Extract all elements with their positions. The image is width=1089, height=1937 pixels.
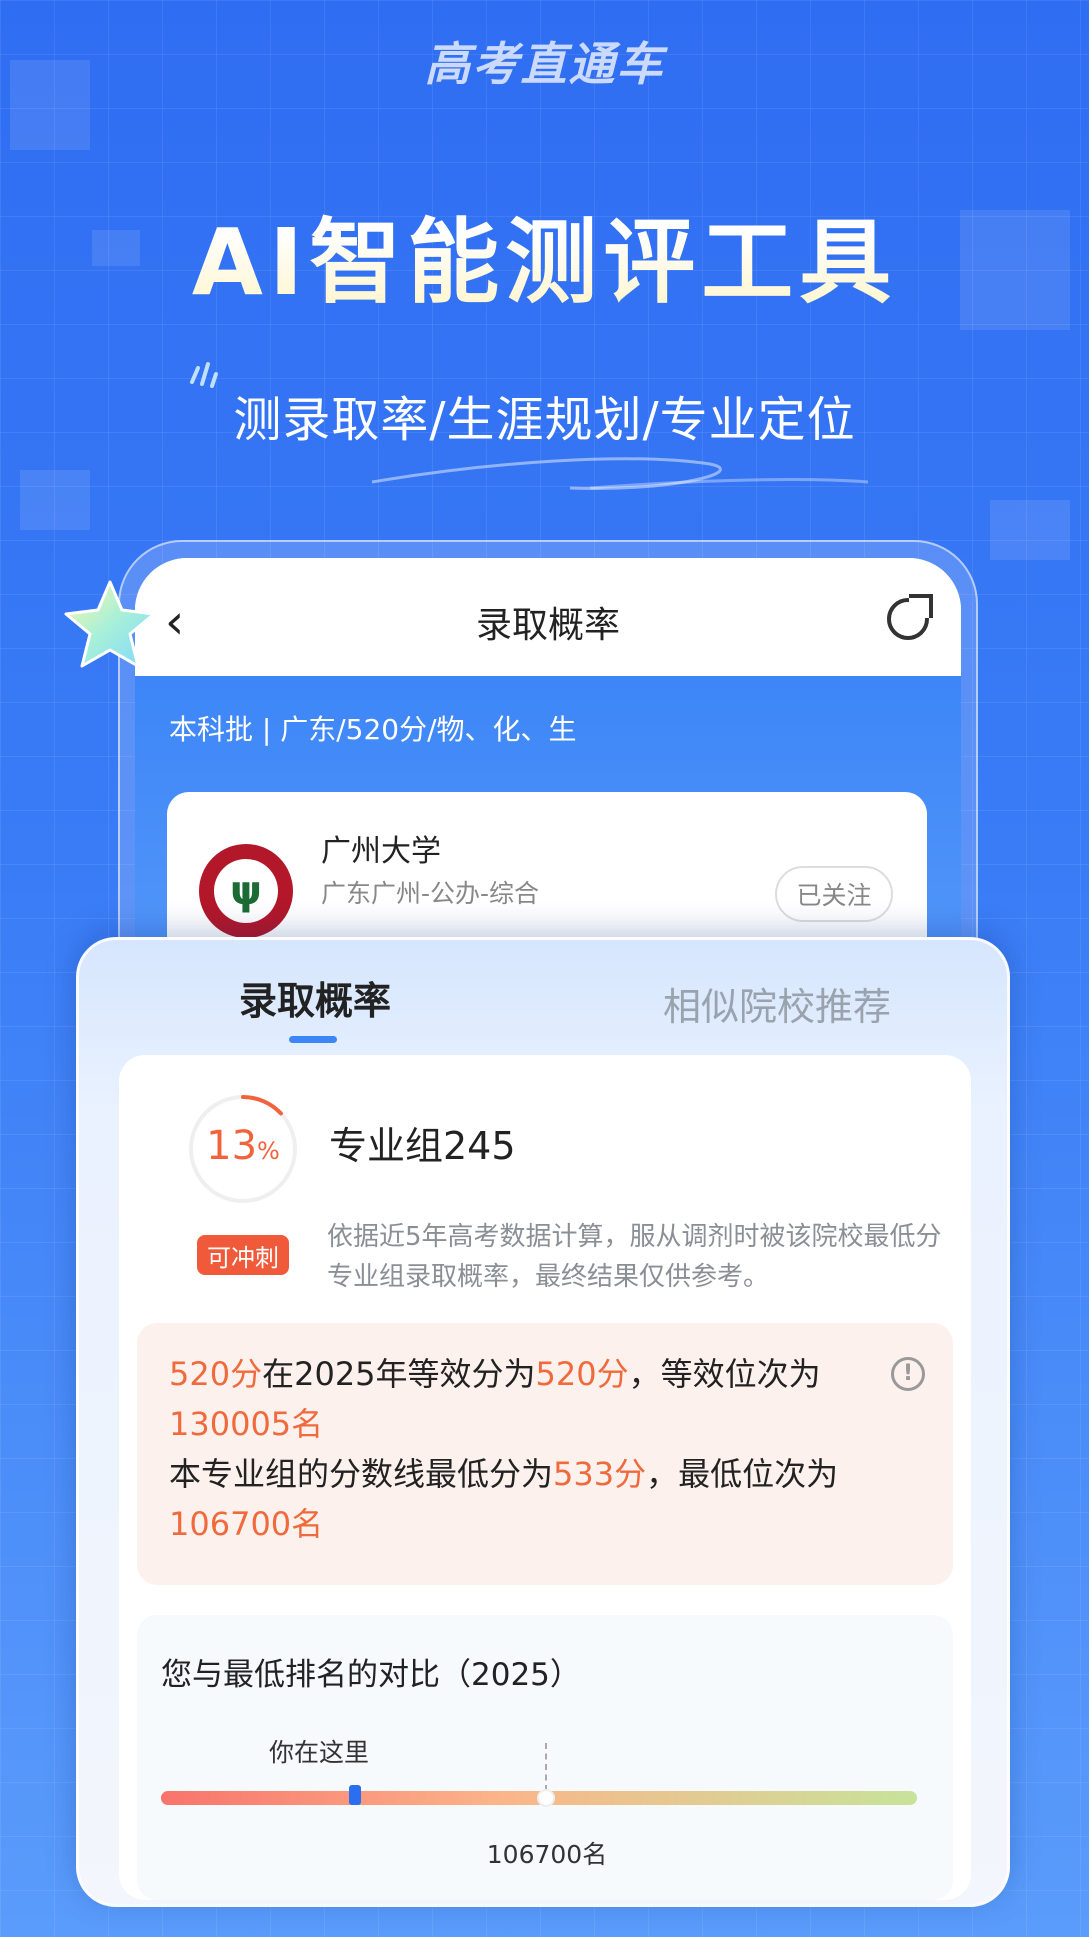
active-tab-indicator (289, 1036, 337, 1043)
university-emblem-icon: ψ (214, 859, 278, 923)
info-line-3: 本专业组的分数线最低分为533分，最低位次为 (169, 1449, 927, 1499)
probability-number: 13 (206, 1123, 258, 1169)
status-badge: 可冲刺 (197, 1235, 289, 1275)
decor-square (990, 500, 1070, 560)
equivalent-rank: 130005名 (169, 1405, 324, 1443)
share-icon[interactable] (887, 594, 933, 640)
rank-comparison: 您与最低排名的对比（2025） 你在这里 106700名 (137, 1615, 953, 1900)
user-score: 520分 (169, 1355, 263, 1393)
headline: AI智能测评工具 (0, 188, 1089, 321)
probability-value: 13% (189, 1123, 297, 1169)
exam-meta: 本科批 | 广东/520分/物、化、生 (169, 713, 577, 746)
min-rank-marker (537, 1789, 555, 1807)
tab-admission-probability[interactable]: 录取概率 (239, 970, 391, 1025)
min-rank-guide-line (545, 1743, 547, 1791)
university-name: 广州大学 (321, 834, 441, 869)
phone-page-title: 录取概率 (475, 605, 620, 646)
you-are-here-label: 你在这里 (269, 1738, 370, 1767)
subheadline: 测录取率/生涯规划/专业定位 (233, 392, 856, 448)
tab-similar-schools[interactable]: 相似院校推荐 (663, 976, 891, 1031)
brand-logo-text: 高考直通车 (424, 37, 665, 91)
major-group-label: 专业组245 (329, 1124, 516, 1168)
min-score: 533分 (553, 1455, 647, 1493)
star-icon (64, 580, 156, 668)
swoosh-decoration (371, 457, 869, 490)
probability-description: 依据近5年高考数据计算，服从调剂时被该院校最低分专业组录取概率，最终结果仅供参考… (327, 1222, 942, 1292)
min-rank-label: 106700名 (486, 1840, 608, 1869)
info-line-1: 520分在2025年等效分为520分，等效位次为 (169, 1349, 927, 1399)
your-position-marker (349, 1785, 361, 1805)
info-text: 在2025年等效分为 (262, 1355, 536, 1393)
follow-button[interactable]: 已关注 (775, 866, 893, 922)
probability-unit: % (257, 1137, 280, 1165)
info-text: 本专业组的分数线最低分为 (169, 1455, 554, 1493)
info-text: ，最低位次为 (646, 1455, 839, 1493)
phone-navbar: ‹ 录取概率 (135, 558, 961, 676)
probability-sheet: 录取概率 相似院校推荐 13% 专业组245 可冲刺 依据近5年高考数据计算，服… (76, 937, 1010, 1907)
comparison-title: 您与最低排名的对比（2025） (161, 1657, 581, 1693)
info-text: ，等效位次为 (628, 1355, 821, 1393)
score-info-box: 520分在2025年等效分为520分，等效位次为 130005名 本专业组的分数… (137, 1323, 953, 1585)
min-rank: 106700名 (169, 1505, 324, 1543)
university-logo: ψ (199, 844, 293, 938)
probability-panel: 13% 专业组245 可冲刺 依据近5年高考数据计算，服从调剂时被该院校最低分专… (119, 1055, 971, 1900)
info-icon[interactable]: ! (891, 1357, 925, 1391)
university-location: 广东广州-公办-综合 (321, 879, 540, 908)
equivalent-score: 520分 (535, 1355, 629, 1393)
decor-square (20, 470, 90, 530)
